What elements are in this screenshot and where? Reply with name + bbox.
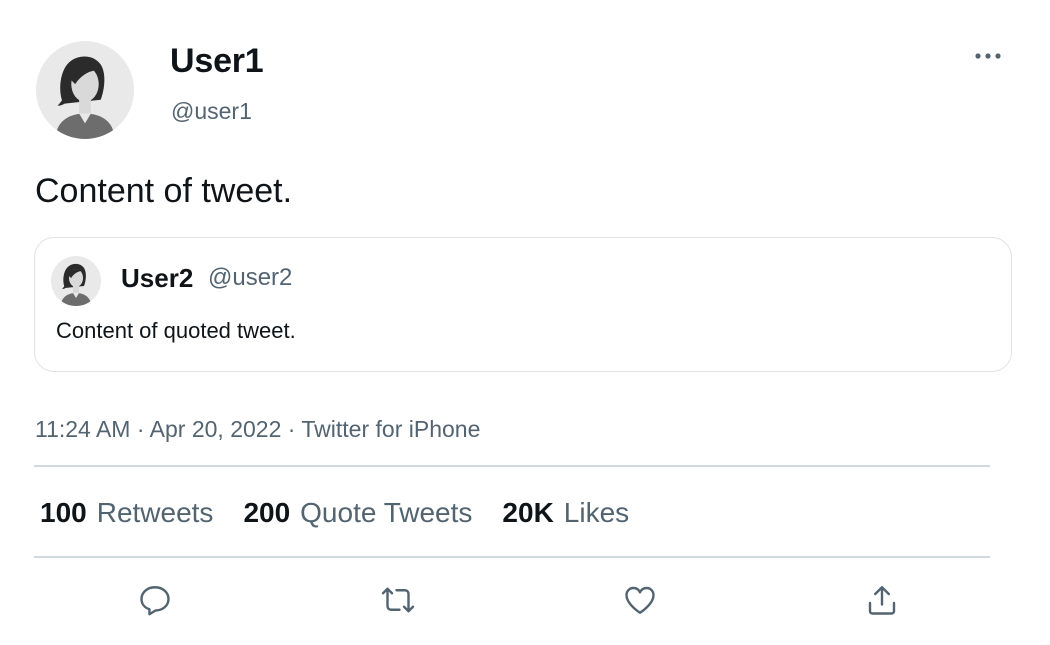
retweets-label: Retweets	[96, 497, 214, 528]
metadata-separator: ·	[281, 416, 302, 442]
reply-button[interactable]	[135, 580, 175, 620]
tweet-time[interactable]: 11:24 AM	[35, 416, 130, 442]
metadata-separator: ·	[130, 416, 150, 442]
retweets-stat[interactable]: 100 Retweets	[40, 497, 213, 529]
retweets-count: 100	[40, 497, 87, 528]
quote-tweets-count: 200	[243, 497, 291, 528]
more-dots-icon	[975, 53, 1001, 59]
quote-tweets-stat[interactable]: 200 Quote Tweets	[243, 497, 472, 529]
retweet-button[interactable]	[378, 580, 418, 620]
author-display-name[interactable]: User1	[170, 42, 264, 81]
like-button[interactable]	[620, 580, 660, 620]
quoted-tweet-card[interactable]: User2 @user2 Content of quoted tweet.	[34, 237, 1012, 372]
likes-stat[interactable]: 20K Likes	[502, 497, 629, 529]
likes-label: Likes	[563, 497, 630, 528]
reply-icon	[140, 586, 170, 616]
quoted-author-avatar[interactable]	[51, 256, 101, 306]
tweet-text: Content of tweet.	[35, 172, 293, 210]
quoted-author-display-name: User2	[121, 263, 194, 293]
tweet-metadata: 11:24 AM · Apr 20, 2022 · Twitter for iP…	[35, 416, 480, 443]
engagement-stats: 100 Retweets 200 Quote Tweets 20K Likes	[40, 497, 629, 529]
share-button[interactable]	[862, 580, 902, 620]
divider	[34, 465, 990, 467]
avatar-icon	[36, 41, 134, 139]
author-avatar[interactable]	[36, 41, 134, 139]
quoted-author-handle: @user2	[208, 264, 293, 291]
likes-count: 20K	[502, 497, 554, 528]
quoted-tweet-text: Content of quoted tweet.	[56, 318, 296, 343]
share-icon	[868, 586, 896, 615]
retweet-icon	[381, 587, 415, 613]
tweet-source[interactable]: Twitter for iPhone	[301, 416, 480, 442]
more-options-button[interactable]	[968, 40, 1008, 72]
divider	[34, 556, 990, 558]
heart-icon	[625, 586, 655, 614]
avatar-icon	[51, 256, 101, 306]
author-handle[interactable]: @user1	[171, 98, 252, 125]
quote-tweets-label: Quote Tweets	[300, 497, 473, 528]
tweet-date[interactable]: Apr 20, 2022	[150, 416, 282, 442]
